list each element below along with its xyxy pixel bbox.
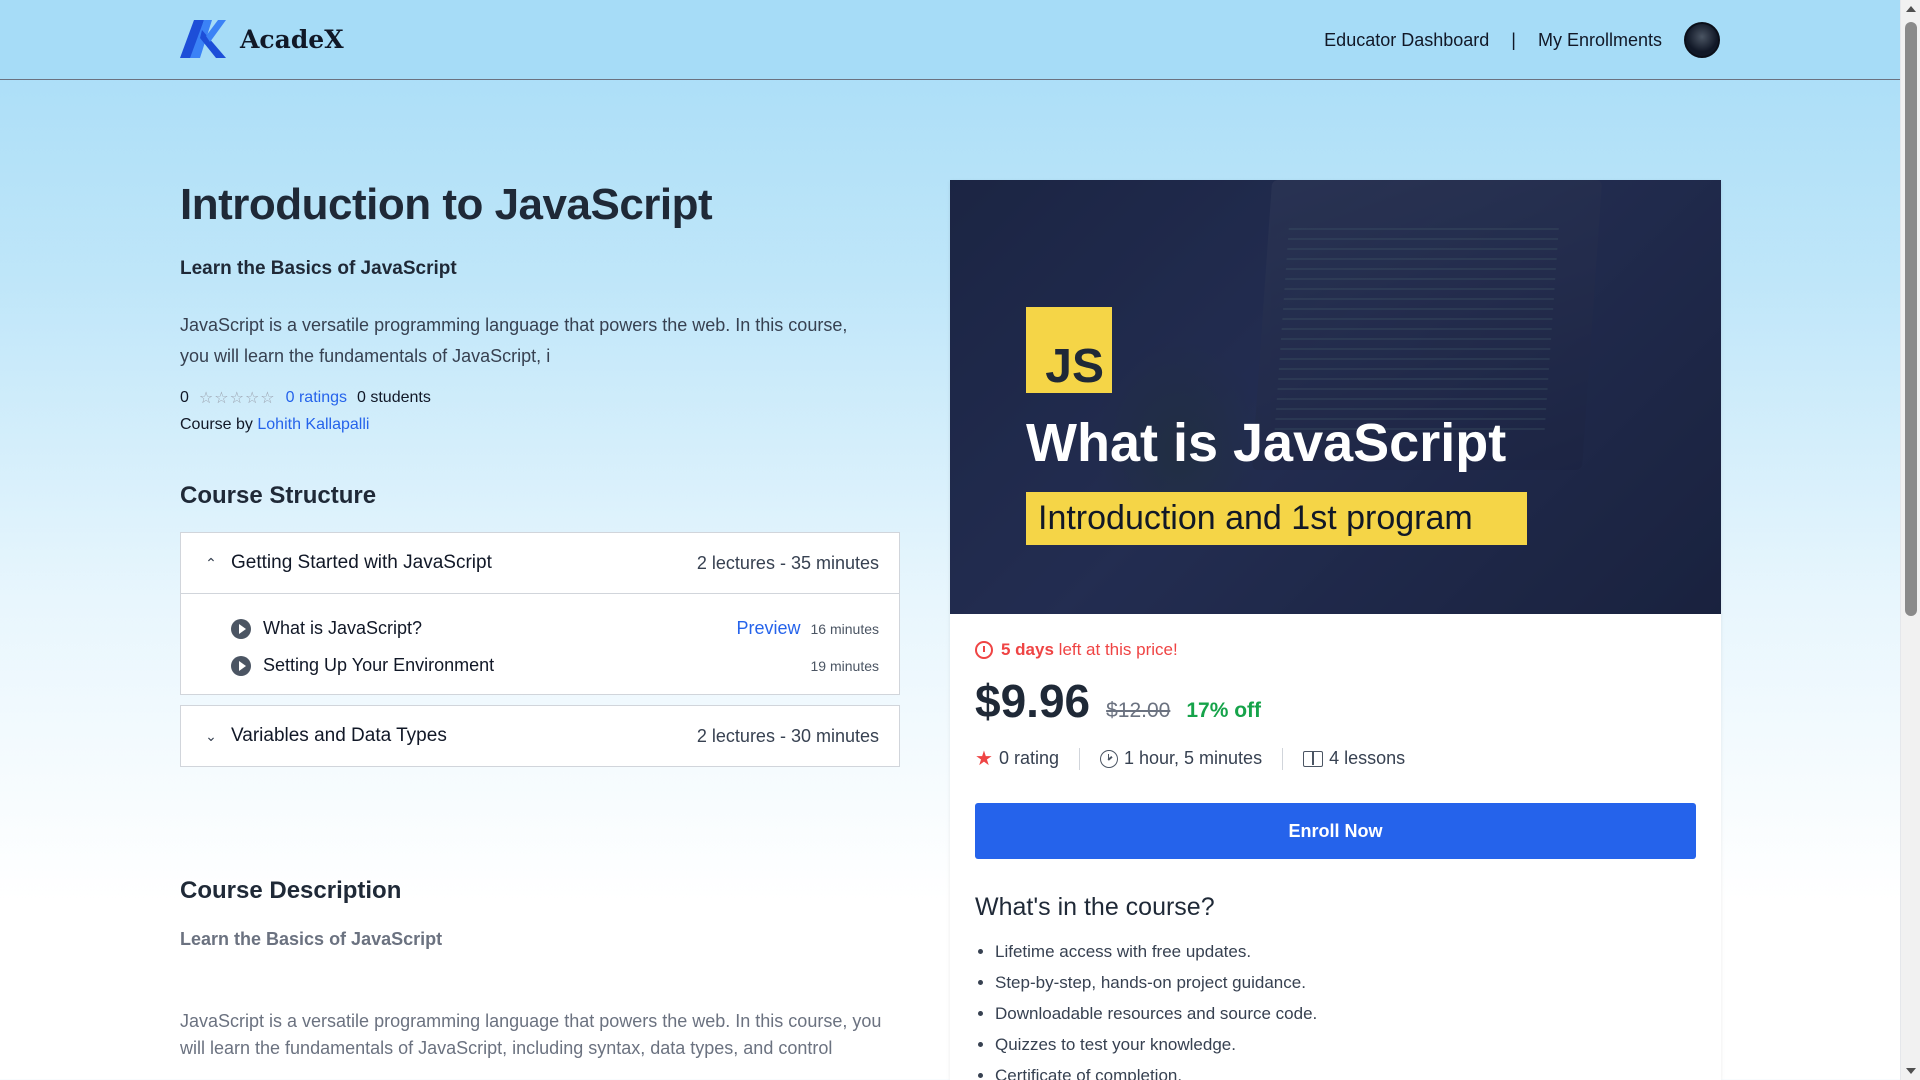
scroll-thumb[interactable]: [1905, 22, 1917, 616]
thumbnail-subtitle: Introduction and 1st program: [1026, 492, 1527, 545]
countdown-text: left at this price!: [1053, 640, 1178, 659]
stat-lessons: 4 lessons: [1303, 748, 1405, 769]
book-icon: [1303, 750, 1324, 767]
lecture-list: What is JavaScript? Preview 16 minutes S…: [181, 593, 899, 694]
rating-stars-icon: ☆☆☆☆☆: [198, 390, 276, 407]
brand-logo[interactable]: AcadeX: [180, 20, 344, 58]
course-details: Introduction to JavaScript Learn the Bas…: [180, 180, 900, 1062]
card-body: 5 days left at this price! $9.96 $12.00 …: [950, 614, 1721, 1080]
included-heading: What's in the course?: [975, 893, 1215, 921]
rating-value: 0: [180, 389, 189, 406]
thumbnail-title: What is JavaScript: [1026, 413, 1507, 473]
brand-name: AcadeX: [240, 24, 344, 54]
countdown-days: 5 days: [1001, 640, 1054, 659]
included-item: Step-by-step, hands-on project guidance.: [995, 967, 1696, 998]
included-item: Lifetime access with free updates.: [995, 936, 1696, 967]
play-icon: [231, 618, 251, 639]
star-icon: ★: [975, 748, 993, 770]
course-description-heading: Course Description: [180, 877, 402, 904]
author-row: Course by Lohith Kallapalli: [180, 416, 900, 434]
price-row: $9.96 $12.00 17% off: [975, 674, 1696, 728]
stat-rating-text: 0 rating: [998, 748, 1059, 768]
chapter-header[interactable]: ⌃ Getting Started with JavaScript 2 lect…: [181, 533, 899, 593]
description-body: JavaScript is a versatile programming la…: [180, 1011, 882, 1058]
clock-icon: [1099, 749, 1118, 768]
chapter-variables: ⌄ Variables and Data Types 2 lectures - …: [180, 705, 900, 767]
chapter-getting-started: ⌃ Getting Started with JavaScript 2 lect…: [180, 532, 900, 695]
nav-my-enrollments[interactable]: My Enrollments: [1538, 30, 1662, 51]
included-item: Certificate of completion.: [995, 1060, 1696, 1080]
chapter-meta: 2 lectures - 30 minutes: [696, 725, 879, 746]
top-navbar: AcadeX Educator Dashboard | My Enrollmen…: [0, 0, 1900, 80]
stat-duration-text: 1 hour, 5 minutes: [1123, 748, 1263, 768]
lecture-item: Setting Up Your Environment 19 minutes: [231, 647, 879, 684]
stat-rating: ★ 0 rating: [975, 746, 1059, 771]
js-badge-text: JS: [1045, 340, 1104, 393]
students-count: 0 students: [357, 389, 431, 406]
rating-row: 0 ☆☆☆☆☆ 0 ratings 0 students: [180, 388, 900, 408]
chevron-down-icon: ⌄: [205, 727, 217, 744]
lecture-item: What is JavaScript? Preview 16 minutes: [231, 610, 879, 647]
lecture-duration: 19 minutes: [810, 657, 879, 674]
enroll-now-button[interactable]: Enroll Now: [975, 803, 1696, 859]
course-subtitle: Learn the Basics of JavaScript: [180, 258, 457, 279]
course-stats: ★ 0 rating 1 hour, 5 minutes 4 lessons: [975, 746, 1696, 771]
ratings-link[interactable]: 0 ratings: [286, 389, 347, 407]
included-item: Quizzes to test your knowledge.: [995, 1029, 1696, 1060]
chapter-title: Variables and Data Types: [231, 725, 447, 746]
author-prefix: Course by: [180, 416, 253, 433]
scroll-up-arrow-icon[interactable]: [1906, 6, 1916, 12]
author-link[interactable]: Lohith Kallapalli: [257, 416, 369, 433]
description-subheading: Learn the Basics of JavaScript: [180, 929, 443, 949]
lecture-title: What is JavaScript?: [263, 618, 423, 638]
included-item: Downloadable resources and source code.: [995, 998, 1696, 1029]
nav-separator: |: [1511, 29, 1516, 50]
price-countdown: 5 days left at this price!: [975, 640, 1696, 660]
top-nav: Educator Dashboard | My Enrollments: [1324, 22, 1720, 58]
course-structure-heading: Course Structure: [180, 482, 377, 509]
original-price: $12.00: [1106, 699, 1171, 722]
chevron-up-icon: ⌃: [205, 554, 217, 571]
lecture-duration: 16 minutes: [810, 620, 879, 637]
timer-icon: [975, 641, 993, 659]
user-avatar[interactable]: [1684, 22, 1720, 58]
stat-duration: 1 hour, 5 minutes: [1099, 748, 1263, 769]
chapter-title: Getting Started with JavaScript: [231, 552, 492, 573]
nav-educator-dashboard[interactable]: Educator Dashboard: [1324, 30, 1489, 51]
included-list: Lifetime access with free updates. Step-…: [975, 936, 1696, 1080]
chapter-meta: 2 lectures - 35 minutes: [696, 552, 879, 573]
course-summary: JavaScript is a versatile programming la…: [180, 315, 848, 366]
lecture-title: Setting Up Your Environment: [263, 655, 495, 675]
discount-badge: 17% off: [1186, 699, 1262, 722]
course-thumbnail: JS What is JavaScript Introduction and 1…: [950, 180, 1721, 614]
chapter-header[interactable]: ⌄ Variables and Data Types 2 lectures - …: [181, 706, 899, 766]
purchase-card: JS What is JavaScript Introduction and 1…: [950, 180, 1721, 1080]
page-scrollbar[interactable]: [1900, 0, 1920, 1080]
scroll-down-arrow-icon[interactable]: [1906, 1068, 1916, 1074]
course-title: Introduction to JavaScript: [180, 180, 713, 229]
preview-link[interactable]: Preview: [736, 618, 800, 639]
js-logo-badge: JS: [1026, 307, 1112, 393]
stat-lessons-text: 4 lessons: [1329, 748, 1406, 768]
play-icon: [231, 655, 251, 676]
logo-mark-icon: [180, 20, 226, 58]
current-price: $9.96: [975, 675, 1091, 727]
